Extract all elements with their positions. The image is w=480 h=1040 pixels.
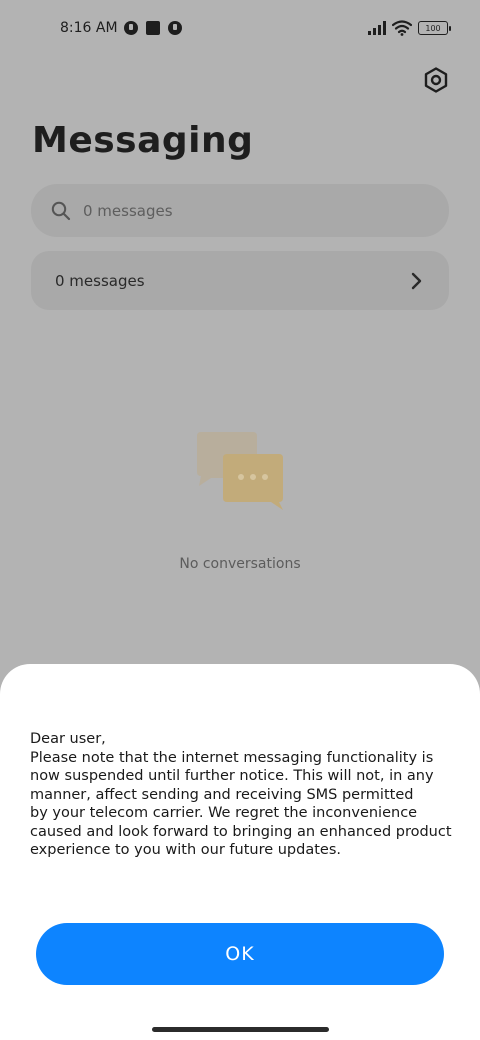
- search-input[interactable]: [83, 201, 383, 220]
- notice-text: Dear user, Please note that the internet…: [30, 730, 455, 860]
- square-notification-icon: [145, 21, 160, 35]
- battery-icon: 100: [418, 21, 451, 35]
- notice-line: manner, affect sending and receiving SMS…: [30, 786, 414, 803]
- page-title: Messaging: [32, 120, 254, 161]
- chevron-right-icon: [411, 272, 422, 289]
- chat-bubbles-icon: [195, 430, 287, 510]
- messages-row[interactable]: 0 messages: [31, 251, 449, 310]
- wifi-icon: [392, 20, 412, 36]
- home-indicator[interactable]: [152, 1027, 329, 1032]
- settings-button[interactable]: [422, 66, 450, 94]
- ok-button[interactable]: OK: [36, 923, 444, 985]
- notification-icon: [123, 21, 138, 35]
- notice-line: experience to you with our future update…: [30, 842, 341, 858]
- status-time: 8:16 AM: [60, 20, 118, 36]
- notice-greeting: Dear user,: [30, 731, 106, 747]
- status-left: 8:16 AM: [60, 20, 182, 36]
- notice-line: by your telecom carrier. We regret the i…: [30, 805, 418, 821]
- settings-icon: [424, 67, 448, 93]
- search-bar[interactable]: [31, 184, 449, 237]
- status-right: 100: [368, 20, 451, 36]
- notice-line: caused and look forward to bringing an e…: [30, 823, 452, 840]
- status-bar: 8:16 AM 100: [0, 0, 480, 56]
- notice-line: now suspended until further notice. This…: [30, 768, 434, 784]
- empty-state-text: No conversations: [179, 556, 301, 572]
- notification-icon: [167, 21, 182, 35]
- search-icon: [51, 201, 71, 220]
- notice-line: Please note that the internet messaging …: [30, 749, 434, 766]
- messages-row-label: 0 messages: [55, 271, 145, 290]
- signal-icon: [368, 21, 386, 35]
- notice-dialog: Dear user, Please note that the internet…: [0, 664, 480, 1040]
